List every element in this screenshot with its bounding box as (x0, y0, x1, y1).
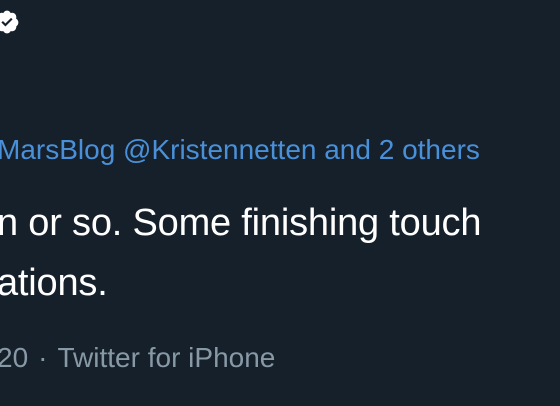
tweet-text-line-2: ations. (0, 262, 108, 304)
tweet-text-line-1: n or so. Some finishing touch (0, 202, 482, 244)
tweet-meta: 20 · Twitter for iPhone (0, 340, 275, 376)
tweet-source-link[interactable]: Twitter for iPhone (57, 342, 275, 373)
verified-badge-icon (0, 10, 19, 34)
tweet-detail-view: MarsBlog @Kristennetten and 2 others n o… (0, 0, 560, 406)
tweet-text: n or so. Some finishing touch ations. (0, 193, 560, 313)
meta-separator: · (38, 342, 48, 373)
reply-to-line[interactable]: MarsBlog @Kristennetten and 2 others (0, 132, 480, 168)
tweet-timestamp[interactable]: 20 (0, 342, 28, 373)
